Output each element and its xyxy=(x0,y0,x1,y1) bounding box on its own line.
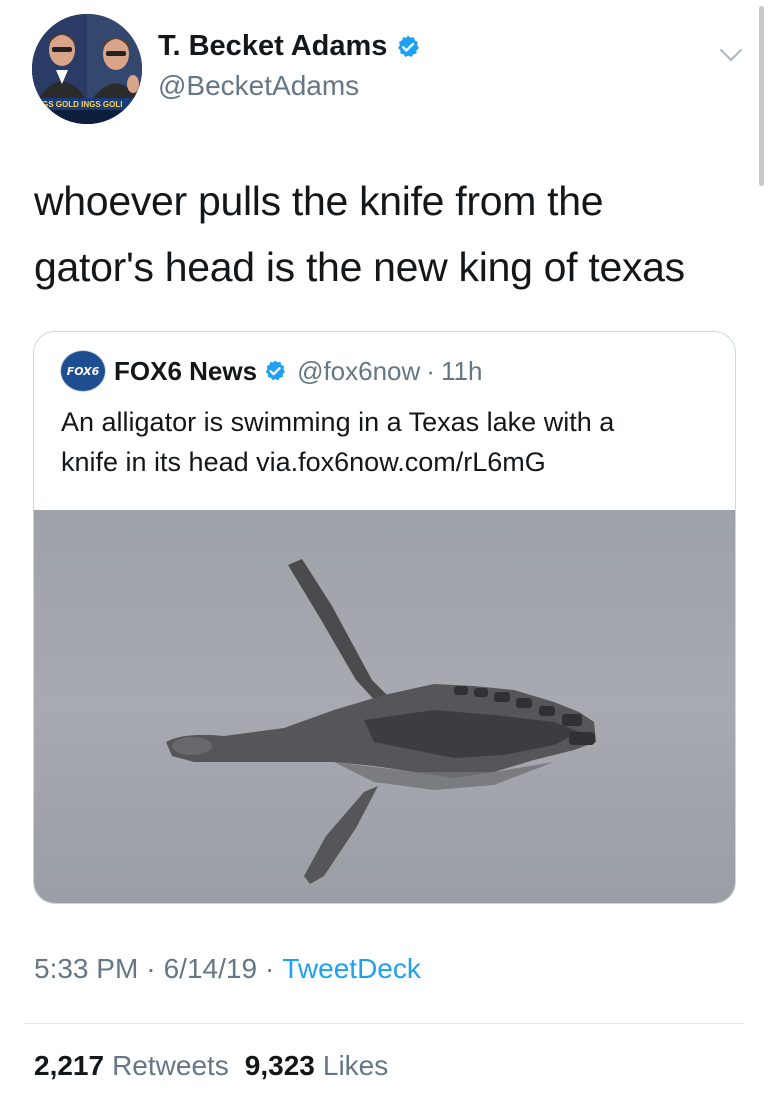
scrollbar[interactable] xyxy=(759,6,764,186)
fox6-logo[interactable]: FOX6 xyxy=(60,350,106,392)
quoted-author-name[interactable]: FOX6 News xyxy=(114,356,257,387)
tweet-date: 6/14/19 xyxy=(163,953,258,984)
author-display-name[interactable]: T. Becket Adams xyxy=(158,30,387,63)
tweet-text-line: gator's head is the new king of texas xyxy=(34,244,685,290)
tweet-text: whoever pulls the knife from the gator's… xyxy=(34,168,724,300)
author-handle[interactable]: @BecketAdams xyxy=(158,70,359,102)
chevron-down-icon[interactable] xyxy=(716,40,746,70)
fox6-logo-text: FOX6 xyxy=(66,364,100,378)
tweet-time: 5:33 PM xyxy=(34,953,139,984)
likes-label: Likes xyxy=(322,1050,389,1081)
tweet-stats: 2,217 Retweets 9,323 Likes xyxy=(34,1050,388,1082)
avatar-image: GS GOLD INGS GOLI xyxy=(32,14,142,124)
retweets-count: 2,217 xyxy=(34,1050,105,1081)
quoted-tweet-text-line: knife in its head via.fox6now.com/rL6mG xyxy=(61,447,546,477)
likes-count: 9,323 xyxy=(244,1050,315,1081)
separator-dot: · xyxy=(426,355,435,386)
alligator-photo[interactable] xyxy=(34,510,735,904)
likes-stat[interactable]: 9,323 Likes xyxy=(245,1050,388,1082)
tweet-text-line: whoever pulls the knife from the xyxy=(34,178,604,224)
quoted-tweet-time: 11h xyxy=(440,355,483,386)
quoted-tweet-text-line: An alligator is swimming in a Texas lake… xyxy=(61,407,615,437)
tweet-header: GS GOLD INGS GOLI T. Becket Adams @Becke… xyxy=(32,14,748,124)
quoted-author-handle[interactable]: @fox6now xyxy=(297,356,420,387)
separator-dot: · xyxy=(265,953,275,984)
retweets-label: Retweets xyxy=(112,1050,229,1081)
tweet-meta: 5:33 PM · 6/14/19 · TweetDeck xyxy=(34,953,421,985)
separator-dot: · xyxy=(146,953,156,984)
quoted-tweet-text: An alligator is swimming in a Texas lake… xyxy=(61,402,721,482)
verified-badge-icon xyxy=(265,360,286,381)
avatar[interactable]: GS GOLD INGS GOLI xyxy=(32,14,142,124)
quoted-tweet-card[interactable]: FOX6 FOX6 News @fox6now · 11h An alligat… xyxy=(33,331,736,904)
quoted-tweet-header: FOX6 FOX6 News @fox6now · 11h xyxy=(60,350,482,392)
verified-badge-icon xyxy=(398,35,420,57)
divider xyxy=(25,1023,743,1024)
retweets-stat[interactable]: 2,217 Retweets xyxy=(34,1050,229,1082)
avatar-banner-text: GS GOLD INGS GOLI xyxy=(42,100,122,109)
author-name-row: T. Becket Adams xyxy=(158,30,421,63)
tweet-source-link[interactable]: TweetDeck xyxy=(282,953,421,985)
